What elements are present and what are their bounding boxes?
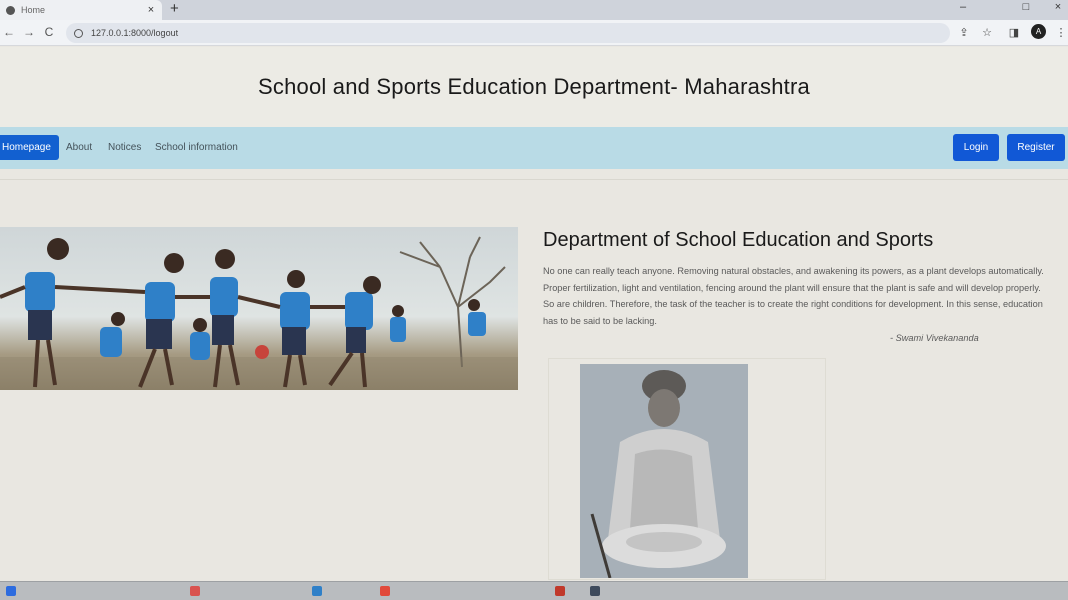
new-tab-button[interactable]: + (170, 0, 179, 20)
url-text[interactable]: 127.0.0.1:8000/logout (91, 28, 178, 38)
menu-icon[interactable]: ⋮ (1054, 26, 1068, 39)
tab-close-button[interactable]: × (144, 4, 158, 16)
nav-homepage[interactable]: Homepage (0, 135, 59, 160)
tab-strip: Home × + – □ × (0, 0, 1068, 20)
info-icon[interactable] (74, 28, 83, 38)
start-icon[interactable] (6, 586, 16, 596)
reload-button[interactable]: C (42, 25, 56, 39)
address-bar: ← → C 127.0.0.1:8000/logout ⇪ ☆ ◨ ⋮ (0, 20, 1068, 46)
register-button[interactable]: Register (1007, 134, 1065, 161)
section-heading: Department of School Education and Sport… (543, 229, 934, 251)
chrome-icon[interactable] (380, 586, 390, 596)
portrait-image-vivekananda (580, 364, 748, 578)
minimize-button[interactable]: – (953, 0, 973, 16)
nav-notices[interactable]: Notices (108, 142, 141, 153)
taskbar (0, 581, 1068, 600)
navbar: Homepage About Notices School informatio… (0, 127, 1068, 169)
page-title: School and Sports Education Department- … (258, 74, 810, 99)
divider (0, 179, 1068, 180)
back-button[interactable]: ← (2, 25, 16, 39)
quote-text: No one can really teach anyone. Removing… (543, 266, 1044, 327)
app-icon[interactable] (590, 586, 600, 596)
share-icon[interactable]: ⇪ (957, 26, 971, 39)
favicon-icon (6, 5, 15, 15)
login-button[interactable]: Login (953, 134, 999, 161)
app-icon[interactable] (312, 586, 322, 596)
sidebar-icon[interactable]: ◨ (1007, 26, 1021, 39)
page-header: School and Sports Education Department- … (0, 47, 1068, 127)
app-icon[interactable] (190, 586, 200, 596)
forward-button[interactable]: → (22, 25, 36, 39)
nav-school-information[interactable]: School information (155, 142, 238, 153)
url-omnibox[interactable]: 127.0.0.1:8000/logout (66, 23, 950, 43)
tab-home[interactable]: Home × (0, 0, 162, 20)
app-icon[interactable] (555, 586, 565, 596)
star-icon[interactable]: ☆ (980, 26, 994, 39)
close-window-button[interactable]: × (1048, 0, 1068, 16)
maximize-button[interactable]: □ (1016, 0, 1036, 16)
nav-about[interactable]: About (66, 142, 92, 153)
profile-avatar[interactable]: A (1031, 24, 1046, 39)
hero-image-children (0, 227, 518, 390)
tab-title: Home (21, 5, 46, 15)
quote-author: - Swami Vivekananda (890, 333, 979, 343)
